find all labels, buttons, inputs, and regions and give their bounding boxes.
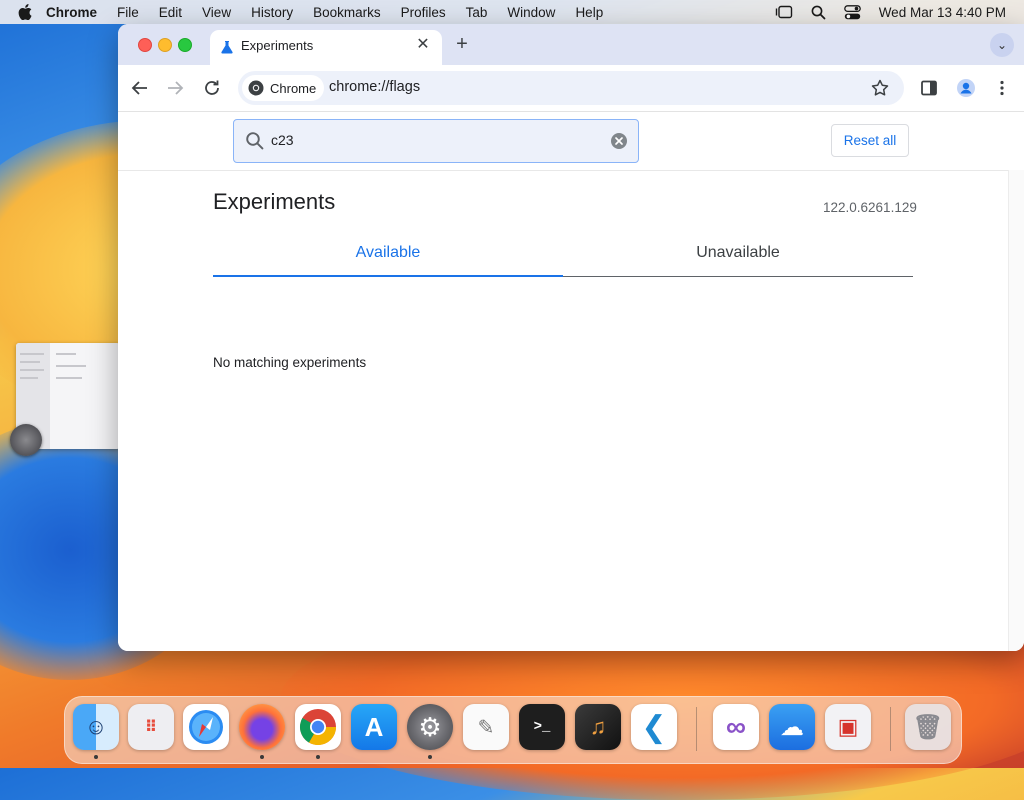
tab-search-button[interactable]: ⌄ [990,33,1014,57]
dock-launchpad[interactable]: ⠿ [128,704,174,750]
active-tab-indicator [213,275,563,277]
dock-finder[interactable]: ☺ [73,704,119,750]
menu-bookmarks[interactable]: Bookmarks [313,5,381,20]
menubar-clock[interactable]: Wed Mar 13 4:40 PM [879,5,1006,20]
page-scrollbar[interactable] [1008,170,1024,651]
back-arrow-icon[interactable] [129,77,151,99]
dock-textedit[interactable]: ✎ [463,704,509,750]
dock-remote-desktop[interactable]: ▣ [825,704,871,750]
dock-terminal[interactable]: >_ [519,704,565,750]
dock: ☺ ⠿ A ⚙ ✎ >_ ♫ ❮ ∞ ☁ ▣ 🗑 [64,696,962,764]
dock-system-settings[interactable]: ⚙ [407,704,453,750]
dock-trash[interactable]: 🗑 [905,704,951,750]
browser-window: Experiments ✕ + ⌄ Chrome chrome://flags … [118,24,1024,651]
site-chip-label: Chrome [270,80,317,96]
menu-history[interactable]: History [251,5,293,20]
system-settings-thumbnail-icon[interactable] [10,424,42,456]
browser-toolbar: Chrome chrome://flags [118,65,1024,112]
more-menu-icon[interactable] [992,78,1012,98]
experiments-tabs: Available Unavailable [213,234,913,277]
tab-strip: Experiments ✕ + ⌄ [118,24,1024,65]
url-text[interactable]: chrome://flags [329,79,420,95]
site-info-chip[interactable]: Chrome [242,75,325,101]
new-tab-button[interactable]: + [451,33,473,55]
control-center-icon[interactable] [843,4,861,20]
chrome-version: 122.0.6261.129 [823,200,917,215]
minimize-window-button[interactable] [158,38,172,52]
flags-page: c23 Reset all Experiments 122.0.6261.129… [118,112,1024,651]
dock-vscode[interactable]: ❮ [631,704,677,750]
tab-available[interactable]: Available [213,244,563,262]
bookmark-star-icon[interactable] [870,78,890,98]
stage-manager-icon[interactable] [775,5,793,19]
dock-garageband[interactable]: ♫ [575,704,621,750]
side-panel-icon[interactable] [919,78,939,98]
reset-all-button[interactable]: Reset all [831,124,909,157]
search-value[interactable]: c23 [271,132,294,148]
dock-app-store[interactable]: A [351,704,397,750]
clear-search-icon[interactable] [610,132,628,150]
menu-profiles[interactable]: Profiles [401,5,446,20]
dock-visual-studio[interactable]: ∞ [713,704,759,750]
tab-unavailable[interactable]: Unavailable [563,244,913,262]
flags-search-input[interactable]: c23 [233,119,639,163]
chrome-dock-icon [299,709,336,746]
apple-logo-icon[interactable] [18,4,32,20]
no-results-message: No matching experiments [213,355,367,370]
menu-app-name[interactable]: Chrome [46,5,97,20]
dock-safari[interactable] [183,704,229,750]
reload-icon[interactable] [201,77,223,99]
flask-icon [221,41,233,54]
forward-arrow-icon[interactable] [164,77,186,99]
menu-window[interactable]: Window [507,5,555,20]
menu-help[interactable]: Help [575,5,603,20]
search-icon [246,132,264,150]
page-title: Experiments [213,189,336,214]
close-window-button[interactable] [138,38,152,52]
menu-edit[interactable]: Edit [159,5,182,20]
dock-firefox[interactable] [239,704,285,750]
dock-chrome[interactable] [295,704,341,750]
flags-search-header: c23 Reset all [118,112,1024,171]
dock-weather[interactable]: ☁ [769,704,815,750]
spotlight-search-icon[interactable] [811,5,826,20]
menu-tab[interactable]: Tab [466,5,488,20]
address-bar[interactable]: Chrome chrome://flags [238,71,904,105]
profile-avatar-icon[interactable] [956,78,976,98]
menu-view[interactable]: View [202,5,231,20]
safari-compass-icon [189,710,223,744]
zoom-window-button[interactable] [178,38,192,52]
menu-bar: Chrome File Edit View History Bookmarks … [0,0,1024,24]
menu-file[interactable]: File [117,5,139,20]
chrome-logo-icon [248,80,264,96]
tab-experiments[interactable]: Experiments ✕ [210,30,442,65]
tab-title: Experiments [241,38,314,53]
tab-close-icon[interactable]: ✕ [414,36,432,54]
